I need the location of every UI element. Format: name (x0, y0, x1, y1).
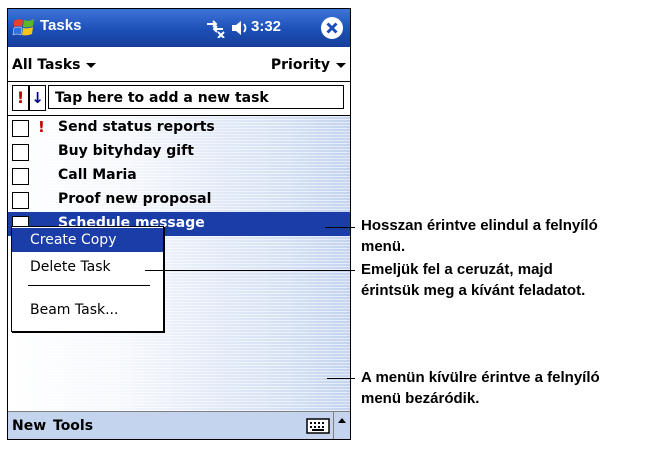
task-row[interactable]: ! Send status reports (8, 116, 350, 140)
callout-long-press: Hosszan érintve elindul a felnyíló menü. (361, 215, 598, 257)
app-title: Tasks (40, 17, 82, 34)
sort-arrow-button[interactable]: ↓ (29, 85, 46, 111)
connectivity-icon[interactable] (204, 18, 226, 38)
task-label: Proof new proposal (58, 191, 212, 207)
task-label: Buy bityhday gift (58, 143, 194, 159)
clock[interactable]: 3:32 (251, 18, 281, 35)
task-checkbox[interactable] (12, 192, 29, 209)
callout-leader-line (327, 378, 355, 379)
menu-separator (28, 285, 150, 286)
new-task-input[interactable]: Tap here to add a new task (48, 85, 344, 109)
callout-text: A menün kívülre érintve a felnyíló (361, 369, 600, 386)
category-filter-label: All Tasks (12, 57, 81, 73)
priority-toggle-button[interactable]: ! (12, 85, 29, 111)
task-row[interactable]: Buy bityhday gift (8, 140, 350, 164)
context-menu: Create Copy Delete Task Beam Task... (11, 226, 164, 332)
task-label: Call Maria (58, 167, 137, 183)
new-menu-button[interactable]: New (12, 418, 46, 434)
menu-item-create-copy[interactable]: Create Copy (12, 228, 163, 252)
task-row[interactable]: Call Maria (8, 164, 350, 188)
callout-text: menü bezáródik. (361, 390, 480, 407)
close-icon[interactable] (321, 17, 343, 39)
callout-leader-line (325, 227, 355, 228)
task-row[interactable]: Proof new proposal (8, 188, 350, 212)
high-priority-icon: ! (38, 118, 45, 136)
pocket-pc-screen: Tasks 3:32 All Tasks Priority ! ↓ Tap he… (7, 8, 351, 440)
menu-item-delete-task[interactable]: Delete Task (12, 255, 163, 279)
task-entry-bar: ! ↓ Tap here to add a new task (8, 82, 350, 114)
sort-order-dropdown[interactable]: Priority (271, 57, 346, 73)
callout-leader-line (145, 270, 355, 271)
tools-menu-button[interactable]: Tools (53, 418, 93, 434)
callout-text: Emeljük fel a ceruzát, majd (361, 261, 553, 278)
windows-start-icon[interactable] (12, 16, 36, 40)
sub-header: All Tasks Priority (8, 47, 350, 82)
task-checkbox[interactable] (12, 168, 29, 185)
category-filter-dropdown[interactable]: All Tasks (12, 57, 97, 73)
callout-lift-stylus: Emeljük fel a ceruzát, majd érintsük meg… (361, 259, 585, 301)
title-bar: Tasks 3:32 (8, 9, 350, 47)
callout-text: érintsük meg a kívánt feladatot. (361, 282, 586, 299)
volume-icon[interactable] (230, 19, 250, 37)
callout-tap-outside: A menün kívülre érintve a felnyíló menü … (361, 367, 600, 409)
sort-order-label: Priority (270, 57, 330, 73)
sip-up-arrow-icon[interactable] (333, 412, 350, 440)
callout-text: Hosszan érintve elindul a felnyíló (361, 217, 598, 234)
keyboard-icon[interactable] (306, 417, 330, 435)
task-checkbox[interactable] (12, 120, 29, 137)
chevron-down-icon (336, 62, 346, 68)
task-label: Send status reports (58, 119, 215, 135)
task-checkbox[interactable] (12, 144, 29, 161)
callout-text: menü. (361, 238, 406, 255)
menu-bar: New Tools (8, 411, 350, 440)
chevron-down-icon (86, 62, 97, 68)
menu-item-beam-task[interactable]: Beam Task... (12, 298, 163, 322)
